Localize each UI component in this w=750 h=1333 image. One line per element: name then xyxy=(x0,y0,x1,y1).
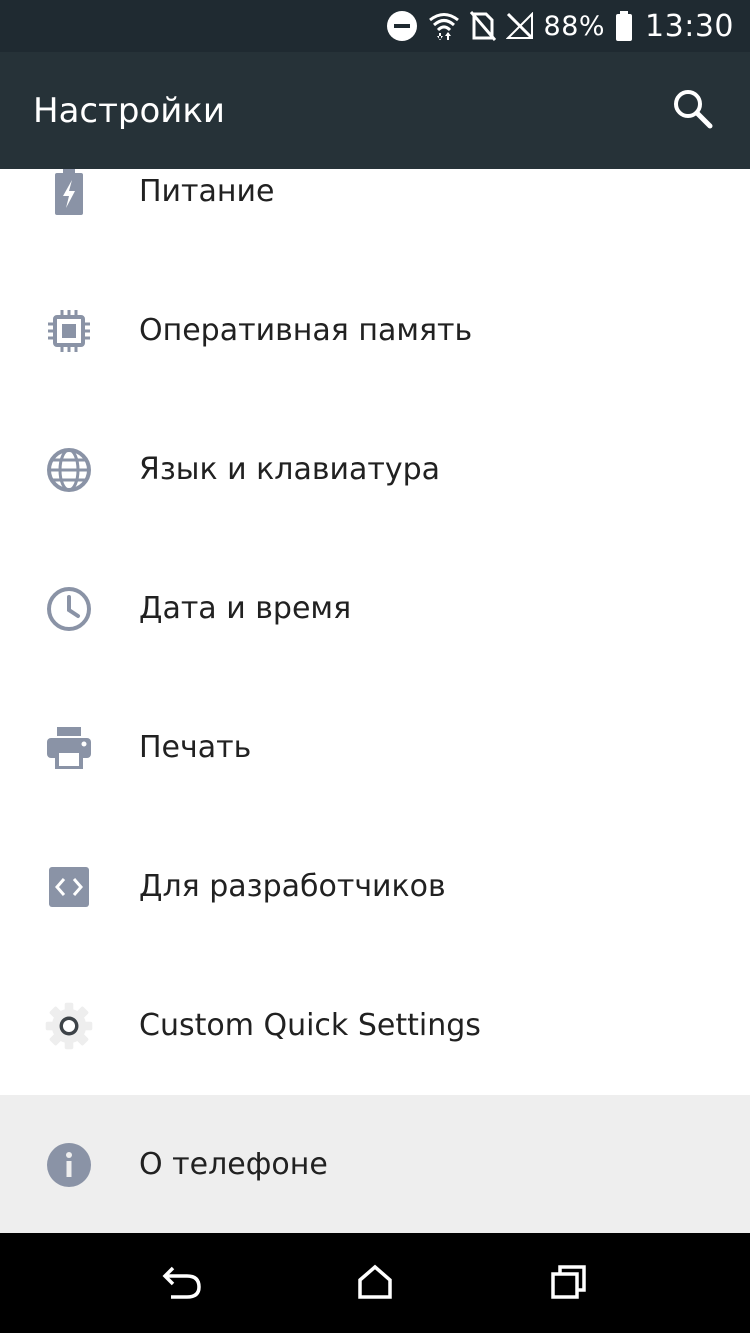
settings-item-memory[interactable]: Оперативная память xyxy=(0,261,750,400)
back-button[interactable] xyxy=(159,1261,205,1307)
settings-item-about-phone[interactable]: О телефоне xyxy=(0,1095,750,1233)
gear-icon xyxy=(44,1001,94,1051)
page-title: Настройки xyxy=(33,90,226,131)
globe-icon xyxy=(44,445,94,495)
wifi-icon xyxy=(428,11,460,41)
recents-icon xyxy=(550,1264,588,1304)
app-bar: Настройки xyxy=(0,52,750,169)
settings-screen: 88% 13:30 Настройки Питание Оперативная … xyxy=(0,0,750,1333)
settings-item-print[interactable]: Печать xyxy=(0,678,750,817)
battery-charging-icon xyxy=(44,169,94,217)
settings-item-custom-quick-settings[interactable]: Custom Quick Settings xyxy=(0,956,750,1095)
settings-item-label: Для разработчиков xyxy=(139,869,446,904)
no-sim-icon xyxy=(469,11,496,41)
recents-button[interactable] xyxy=(546,1261,592,1307)
battery-percent: 88% xyxy=(543,10,606,42)
settings-item-label: Custom Quick Settings xyxy=(139,1008,481,1043)
settings-list: Питание Оперативная память Язык и клавиа… xyxy=(0,169,750,1233)
signal-off-icon xyxy=(505,12,534,40)
settings-item-language[interactable]: Язык и клавиатура xyxy=(0,400,750,539)
back-icon xyxy=(161,1264,203,1304)
search-icon xyxy=(672,88,714,134)
home-button[interactable] xyxy=(352,1261,398,1307)
settings-item-label: Печать xyxy=(139,730,252,765)
search-button[interactable] xyxy=(670,88,716,134)
navigation-bar xyxy=(0,1233,750,1333)
settings-item-developer[interactable]: Для разработчиков xyxy=(0,817,750,956)
status-time: 13:30 xyxy=(645,8,734,44)
settings-item-label: Дата и время xyxy=(139,591,352,626)
settings-item-date-time[interactable]: Дата и время xyxy=(0,539,750,678)
settings-item-label: Оперативная память xyxy=(139,313,473,348)
status-bar: 88% 13:30 xyxy=(0,0,750,52)
settings-item-label: О телефоне xyxy=(139,1147,328,1182)
settings-item-label: Питание xyxy=(139,174,275,209)
home-icon xyxy=(356,1264,394,1304)
settings-item-power[interactable]: Питание xyxy=(0,169,750,261)
info-icon xyxy=(44,1140,94,1190)
settings-item-label: Язык и клавиатура xyxy=(139,452,441,487)
memory-chip-icon xyxy=(44,306,94,356)
battery-icon xyxy=(615,11,633,41)
printer-icon xyxy=(44,723,94,773)
developer-code-icon xyxy=(44,862,94,912)
do-not-disturb-icon xyxy=(386,10,418,42)
clock-icon xyxy=(44,584,94,634)
